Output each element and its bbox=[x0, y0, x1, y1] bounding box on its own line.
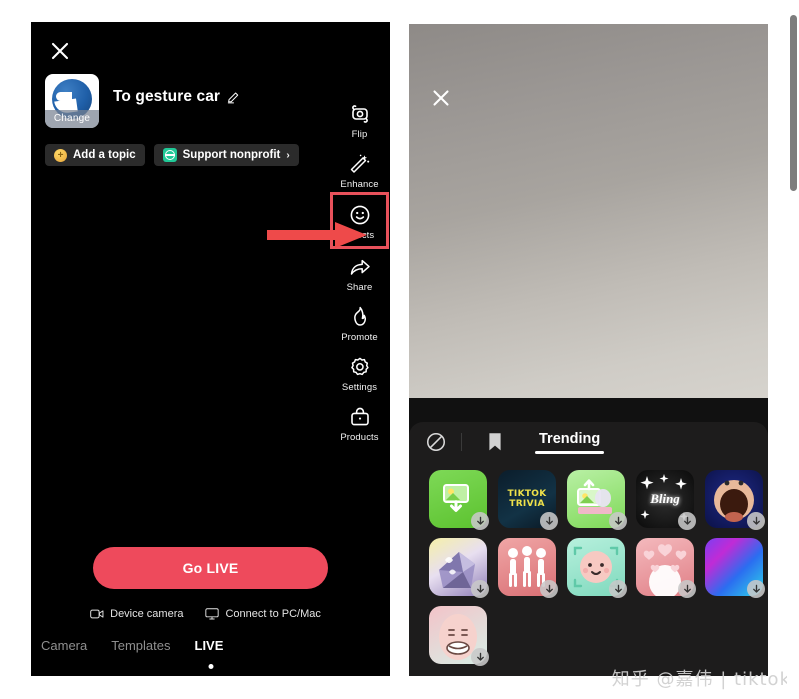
rail-item-products[interactable]: Products bbox=[332, 397, 387, 447]
flip-camera-icon bbox=[351, 105, 368, 123]
shopping-bag-icon bbox=[350, 407, 369, 426]
tiktok-live-setup-screen: Change To gesture car Add a topic Suppo bbox=[31, 22, 390, 676]
support-nonprofit-chip[interactable]: Support nonprofit › bbox=[153, 144, 299, 166]
effect-item-mint-photo-upload[interactable] bbox=[567, 470, 627, 530]
plus-badge-icon bbox=[54, 148, 67, 162]
chevron-right-icon: › bbox=[286, 149, 290, 161]
download-badge-icon[interactable] bbox=[471, 648, 489, 666]
rail-label-enhance: Enhance bbox=[340, 179, 379, 190]
download-badge-icon[interactable] bbox=[678, 512, 696, 530]
chip-row: Add a topic Support nonprofit › bbox=[45, 144, 299, 166]
tiktok-effects-screen: Trending TIKTOK TRIVIA Bling bbox=[409, 24, 768, 676]
avatar-swoosh2-icon bbox=[56, 92, 72, 101]
scrollbar-track[interactable] bbox=[787, 0, 799, 699]
download-badge-icon[interactable] bbox=[540, 512, 558, 530]
effect-item-bling[interactable]: Bling bbox=[636, 470, 696, 530]
close-icon[interactable] bbox=[45, 36, 75, 66]
globe-icon bbox=[162, 148, 177, 162]
tab-trending[interactable]: Trending bbox=[534, 431, 605, 454]
source-options: Device camera Connect to PC/Mac bbox=[31, 608, 390, 620]
screenshot-canvas: Change To gesture car Add a topic Suppo bbox=[0, 0, 799, 699]
download-badge-icon[interactable] bbox=[471, 580, 489, 598]
rail-label-promote: Promote bbox=[341, 332, 378, 343]
camera-icon bbox=[90, 609, 104, 619]
scrollbar-thumb[interactable] bbox=[790, 15, 797, 191]
effect-item-tiktok-trivia[interactable]: TIKTOK TRIVIA bbox=[498, 470, 558, 530]
rail-item-settings[interactable]: Settings bbox=[332, 347, 387, 397]
rail-item-enhance[interactable]: Enhance bbox=[332, 144, 387, 194]
effect-item-three-dancers[interactable] bbox=[498, 538, 558, 598]
device-camera-label: Device camera bbox=[110, 608, 184, 620]
device-camera-option[interactable]: Device camera bbox=[90, 608, 183, 620]
effect-item-cute-green-face[interactable] bbox=[567, 538, 627, 598]
close-icon[interactable] bbox=[429, 86, 453, 110]
avatar[interactable]: Change bbox=[45, 74, 99, 128]
connect-pc-label: Connect to PC/Mac bbox=[225, 608, 321, 620]
download-badge-icon[interactable] bbox=[471, 512, 489, 530]
effect-item-neon-gradient[interactable] bbox=[705, 538, 765, 598]
bottom-tab-bar: Camera Templates LIVE bbox=[31, 630, 390, 676]
home-indicator-dot bbox=[208, 664, 213, 669]
rail-label-share: Share bbox=[346, 282, 373, 293]
download-badge-icon[interactable] bbox=[747, 512, 765, 530]
no-effect-icon[interactable] bbox=[425, 431, 447, 453]
gear-icon bbox=[350, 357, 369, 376]
tab-live[interactable]: LIVE bbox=[195, 638, 224, 653]
rail-item-flip[interactable]: Flip bbox=[332, 94, 387, 144]
download-badge-icon[interactable] bbox=[609, 512, 627, 530]
rail-item-promote[interactable]: Promote bbox=[332, 297, 387, 347]
avatar-change-label[interactable]: Change bbox=[45, 110, 99, 128]
monitor-icon bbox=[205, 608, 220, 620]
rail-item-share[interactable]: Share bbox=[332, 247, 387, 297]
rail-label-settings: Settings bbox=[341, 382, 378, 393]
connect-pc-option[interactable]: Connect to PC/Mac bbox=[205, 608, 321, 620]
page-title: To gesture car bbox=[113, 88, 221, 105]
download-badge-icon[interactable] bbox=[678, 580, 696, 598]
tab-templates[interactable]: Templates bbox=[111, 638, 170, 653]
flame-icon bbox=[353, 306, 366, 326]
camera-preview bbox=[409, 24, 768, 398]
red-pointer-arrow bbox=[267, 222, 367, 248]
add-topic-chip[interactable]: Add a topic bbox=[45, 144, 145, 166]
bookmark-icon[interactable] bbox=[486, 431, 504, 453]
add-topic-label: Add a topic bbox=[73, 149, 136, 161]
header-divider bbox=[461, 433, 462, 451]
effect-item-green-photo-download[interactable] bbox=[429, 470, 489, 530]
pencil-edit-icon[interactable] bbox=[227, 91, 240, 104]
share-arrow-icon bbox=[350, 259, 370, 275]
effect-item-hearts-bubble[interactable] bbox=[636, 538, 696, 598]
effect-item-egg-face[interactable] bbox=[429, 606, 489, 666]
tab-camera[interactable]: Camera bbox=[41, 638, 87, 653]
effects-tray: Trending TIKTOK TRIVIA Bling bbox=[409, 422, 768, 676]
action-rail: Flip Enhance Effects bbox=[330, 94, 389, 447]
magic-wand-icon bbox=[350, 154, 369, 173]
effect-item-lavender-crystal[interactable] bbox=[429, 538, 489, 598]
rail-label-products: Products bbox=[340, 432, 379, 443]
download-badge-icon[interactable] bbox=[609, 580, 627, 598]
rail-label-flip: Flip bbox=[351, 129, 368, 140]
go-live-button[interactable]: Go LIVE bbox=[93, 547, 328, 589]
support-nonprofit-label: Support nonprofit bbox=[182, 149, 281, 161]
stream-header: Change To gesture car bbox=[45, 74, 330, 132]
stream-title-row[interactable]: To gesture car bbox=[113, 88, 240, 106]
download-badge-icon[interactable] bbox=[540, 580, 558, 598]
effects-grid: TIKTOK TRIVIA Bling bbox=[429, 470, 765, 676]
effect-thumb-text: TIKTOK TRIVIA bbox=[507, 489, 547, 509]
effects-tray-header: Trending bbox=[409, 422, 768, 462]
effect-item-wide-mouth-face[interactable] bbox=[705, 470, 765, 530]
download-badge-icon[interactable] bbox=[747, 580, 765, 598]
